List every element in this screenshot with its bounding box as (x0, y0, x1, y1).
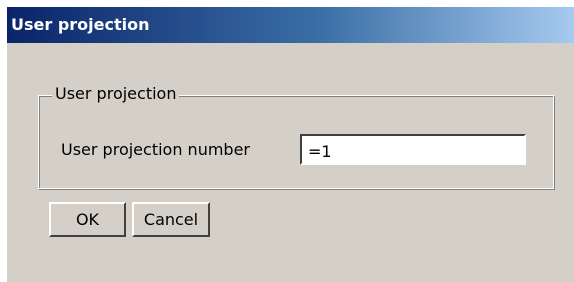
dialog-title: User projection (11, 15, 150, 34)
user-projection-group: User projection User projection number (38, 84, 554, 189)
ok-button[interactable]: OK (49, 202, 126, 237)
user-projection-number-input[interactable] (300, 134, 526, 165)
title-bar[interactable]: User projection (7, 7, 574, 43)
user-projection-number-label: User projection number (61, 140, 250, 159)
group-legend: User projection (52, 84, 180, 104)
user-projection-dialog: User projection User projection User pro… (7, 7, 574, 282)
cancel-button[interactable]: Cancel (132, 202, 210, 237)
